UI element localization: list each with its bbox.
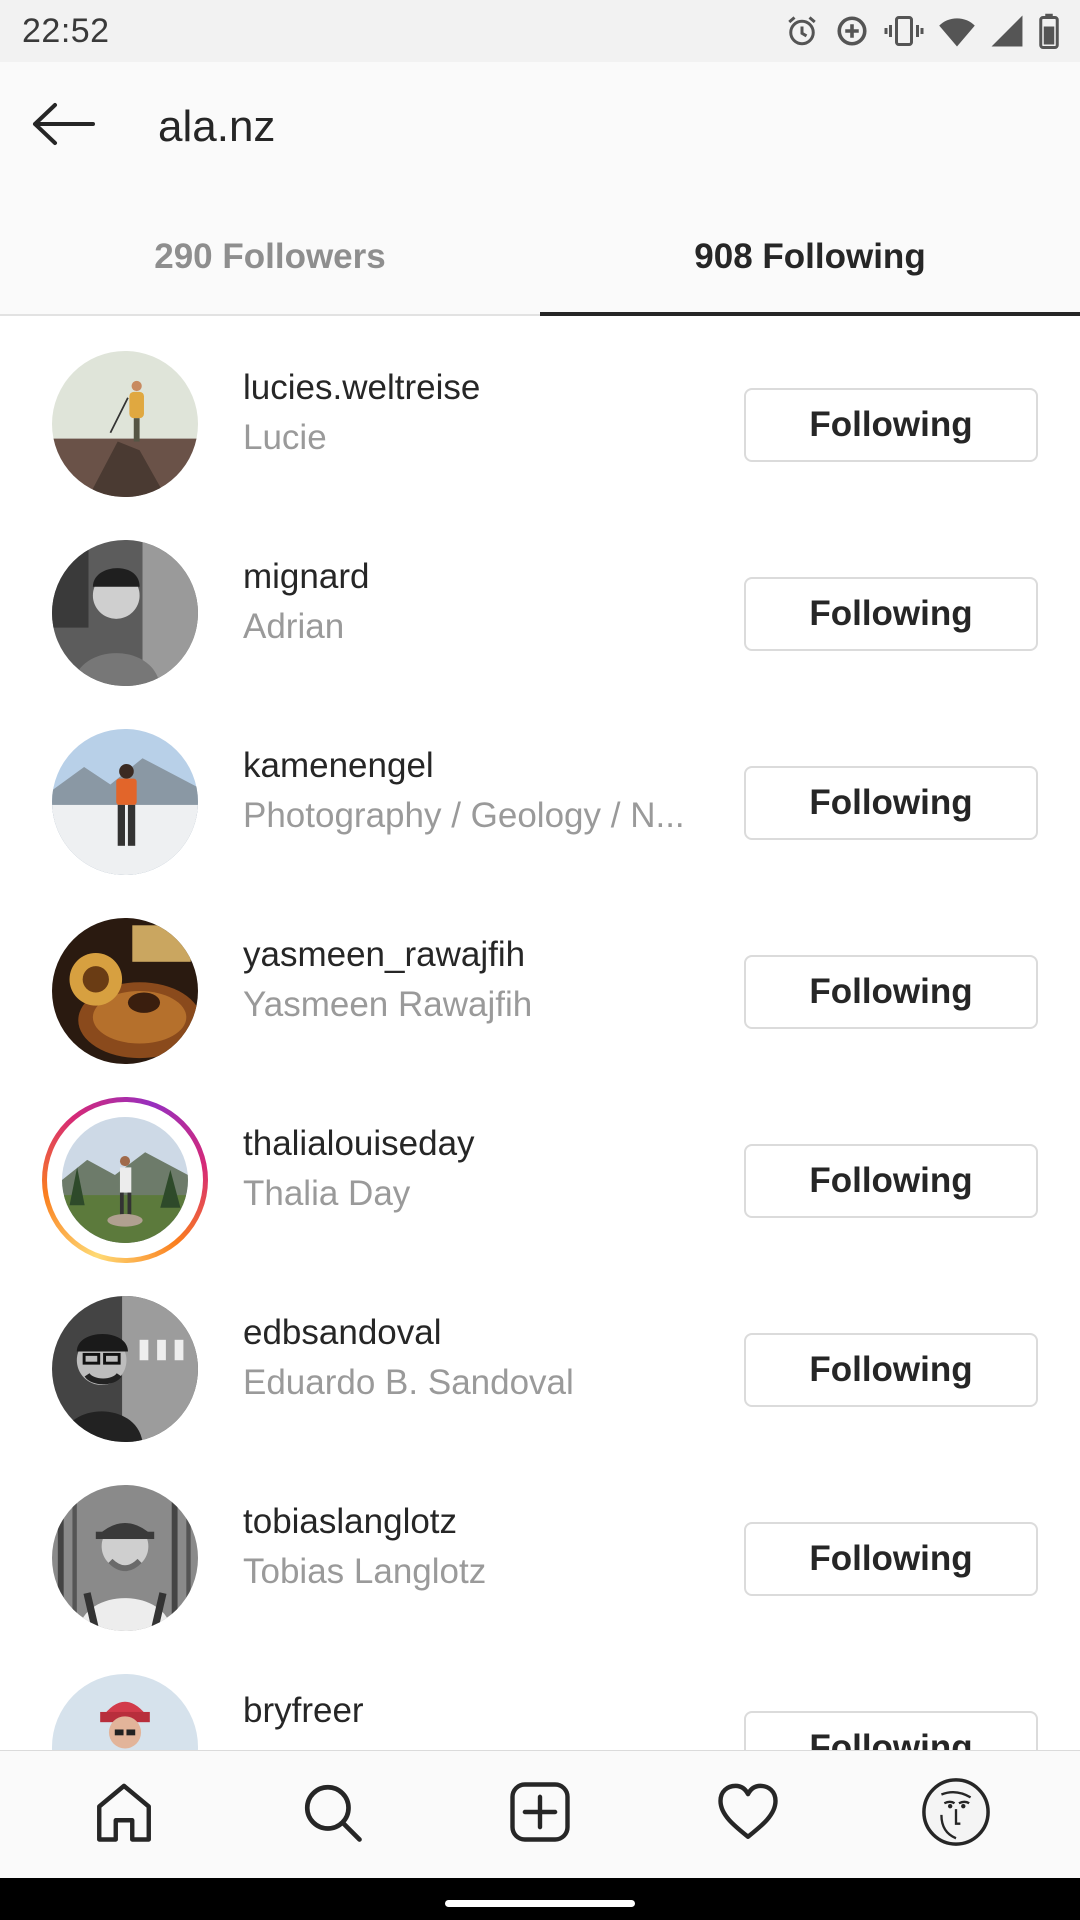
username[interactable]: yasmeen_rawajfih bbox=[243, 935, 713, 975]
full-name: Lucie bbox=[243, 418, 327, 457]
activity-heart-icon bbox=[715, 1779, 781, 1850]
username[interactable]: mignard bbox=[243, 557, 713, 597]
home-gesture-pill[interactable] bbox=[445, 1900, 635, 1907]
nav-search-button[interactable] bbox=[282, 1765, 382, 1865]
user-text: tobiaslanglotz Tobias Langlotz bbox=[243, 1502, 713, 1592]
full-name: Yasmeen Rawajfih bbox=[243, 985, 533, 1024]
nav-home-button[interactable] bbox=[74, 1765, 174, 1865]
nav-profile-button[interactable] bbox=[906, 1765, 1006, 1865]
back-button[interactable] bbox=[22, 94, 106, 158]
user-text: lucies.weltreise Lucie bbox=[243, 368, 713, 458]
nav-activity-button[interactable] bbox=[698, 1765, 798, 1865]
following-button[interactable]: Following bbox=[744, 955, 1038, 1029]
avatar[interactable] bbox=[52, 1296, 198, 1442]
search-icon bbox=[299, 1779, 365, 1850]
wifi-icon bbox=[938, 14, 976, 48]
list-item[interactable]: yasmeen_rawajfih Yasmeen Rawajfih Follow… bbox=[0, 885, 1080, 1074]
tab-followers[interactable]: 290 Followers bbox=[0, 200, 540, 314]
avatar[interactable] bbox=[52, 918, 198, 1064]
list-item[interactable]: mignard Adrian Following bbox=[0, 507, 1080, 696]
username[interactable]: tobiaslanglotz bbox=[243, 1502, 713, 1542]
list-item[interactable]: thalialouiseday Thalia Day Following bbox=[0, 1074, 1080, 1263]
username[interactable]: bryfreer bbox=[243, 1691, 713, 1731]
following-button[interactable]: Following bbox=[744, 577, 1038, 651]
full-name: Adrian bbox=[243, 607, 345, 646]
user-text: kamenengel Photography / Geology / N... bbox=[243, 746, 713, 836]
list-item[interactable]: kamenengel Photography / Geology / N... … bbox=[0, 696, 1080, 885]
user-text: thalialouiseday Thalia Day bbox=[243, 1124, 713, 1214]
home-icon bbox=[91, 1779, 157, 1850]
avatar[interactable] bbox=[52, 540, 198, 686]
list-item[interactable]: edbsandoval Eduardo B. Sandoval Followin… bbox=[0, 1263, 1080, 1452]
user-text: bryfreer bbox=[243, 1691, 713, 1741]
status-bar: 22:52 bbox=[0, 0, 1080, 62]
full-name: Photography / Geology / N... bbox=[243, 796, 685, 835]
data-saver-icon bbox=[834, 13, 870, 49]
full-name: Eduardo B. Sandoval bbox=[243, 1363, 574, 1402]
cellular-signal-icon bbox=[990, 14, 1024, 48]
bottom-nav bbox=[0, 1750, 1080, 1878]
status-icons bbox=[784, 13, 1060, 49]
following-button[interactable]: Following bbox=[744, 388, 1038, 462]
arrow-left-icon bbox=[31, 102, 97, 151]
full-name: Thalia Day bbox=[243, 1174, 411, 1213]
following-button[interactable]: Following bbox=[744, 1711, 1038, 1750]
username[interactable]: lucies.weltreise bbox=[243, 368, 713, 408]
following-button[interactable]: Following bbox=[744, 766, 1038, 840]
vibrate-icon bbox=[884, 13, 924, 49]
nav-new-post-button[interactable] bbox=[490, 1765, 590, 1865]
user-text: edbsandoval Eduardo B. Sandoval bbox=[243, 1313, 713, 1403]
tab-bar: 290 Followers 908 Following bbox=[0, 200, 1080, 316]
profile-avatar-icon bbox=[921, 1777, 991, 1852]
list-item[interactable]: bryfreer Following bbox=[0, 1641, 1080, 1750]
avatar[interactable] bbox=[62, 1117, 188, 1243]
following-button[interactable]: Following bbox=[744, 1333, 1038, 1407]
user-text: yasmeen_rawajfih Yasmeen Rawajfih bbox=[243, 935, 713, 1025]
alarm-icon bbox=[784, 13, 820, 49]
tab-following[interactable]: 908 Following bbox=[540, 200, 1080, 316]
following-list[interactable]: lucies.weltreise Lucie Following mignard… bbox=[0, 318, 1080, 1750]
full-name: Tobias Langlotz bbox=[243, 1552, 487, 1591]
username[interactable]: edbsandoval bbox=[243, 1313, 713, 1353]
battery-icon bbox=[1038, 13, 1060, 49]
page-title: ala.nz bbox=[158, 102, 276, 151]
following-button[interactable]: Following bbox=[744, 1144, 1038, 1218]
username[interactable]: thalialouiseday bbox=[243, 1124, 713, 1164]
new-post-icon bbox=[507, 1779, 573, 1850]
avatar[interactable] bbox=[52, 1674, 198, 1750]
avatar[interactable] bbox=[52, 729, 198, 875]
following-button[interactable]: Following bbox=[744, 1522, 1038, 1596]
status-time: 22:52 bbox=[22, 11, 110, 50]
avatar[interactable] bbox=[52, 1485, 198, 1631]
username[interactable]: kamenengel bbox=[243, 746, 713, 786]
list-item[interactable]: lucies.weltreise Lucie Following bbox=[0, 318, 1080, 507]
user-text: mignard Adrian bbox=[243, 557, 713, 647]
avatar[interactable] bbox=[52, 351, 198, 497]
system-nav-bar bbox=[0, 1878, 1080, 1920]
list-item[interactable]: tobiaslanglotz Tobias Langlotz Following bbox=[0, 1452, 1080, 1641]
